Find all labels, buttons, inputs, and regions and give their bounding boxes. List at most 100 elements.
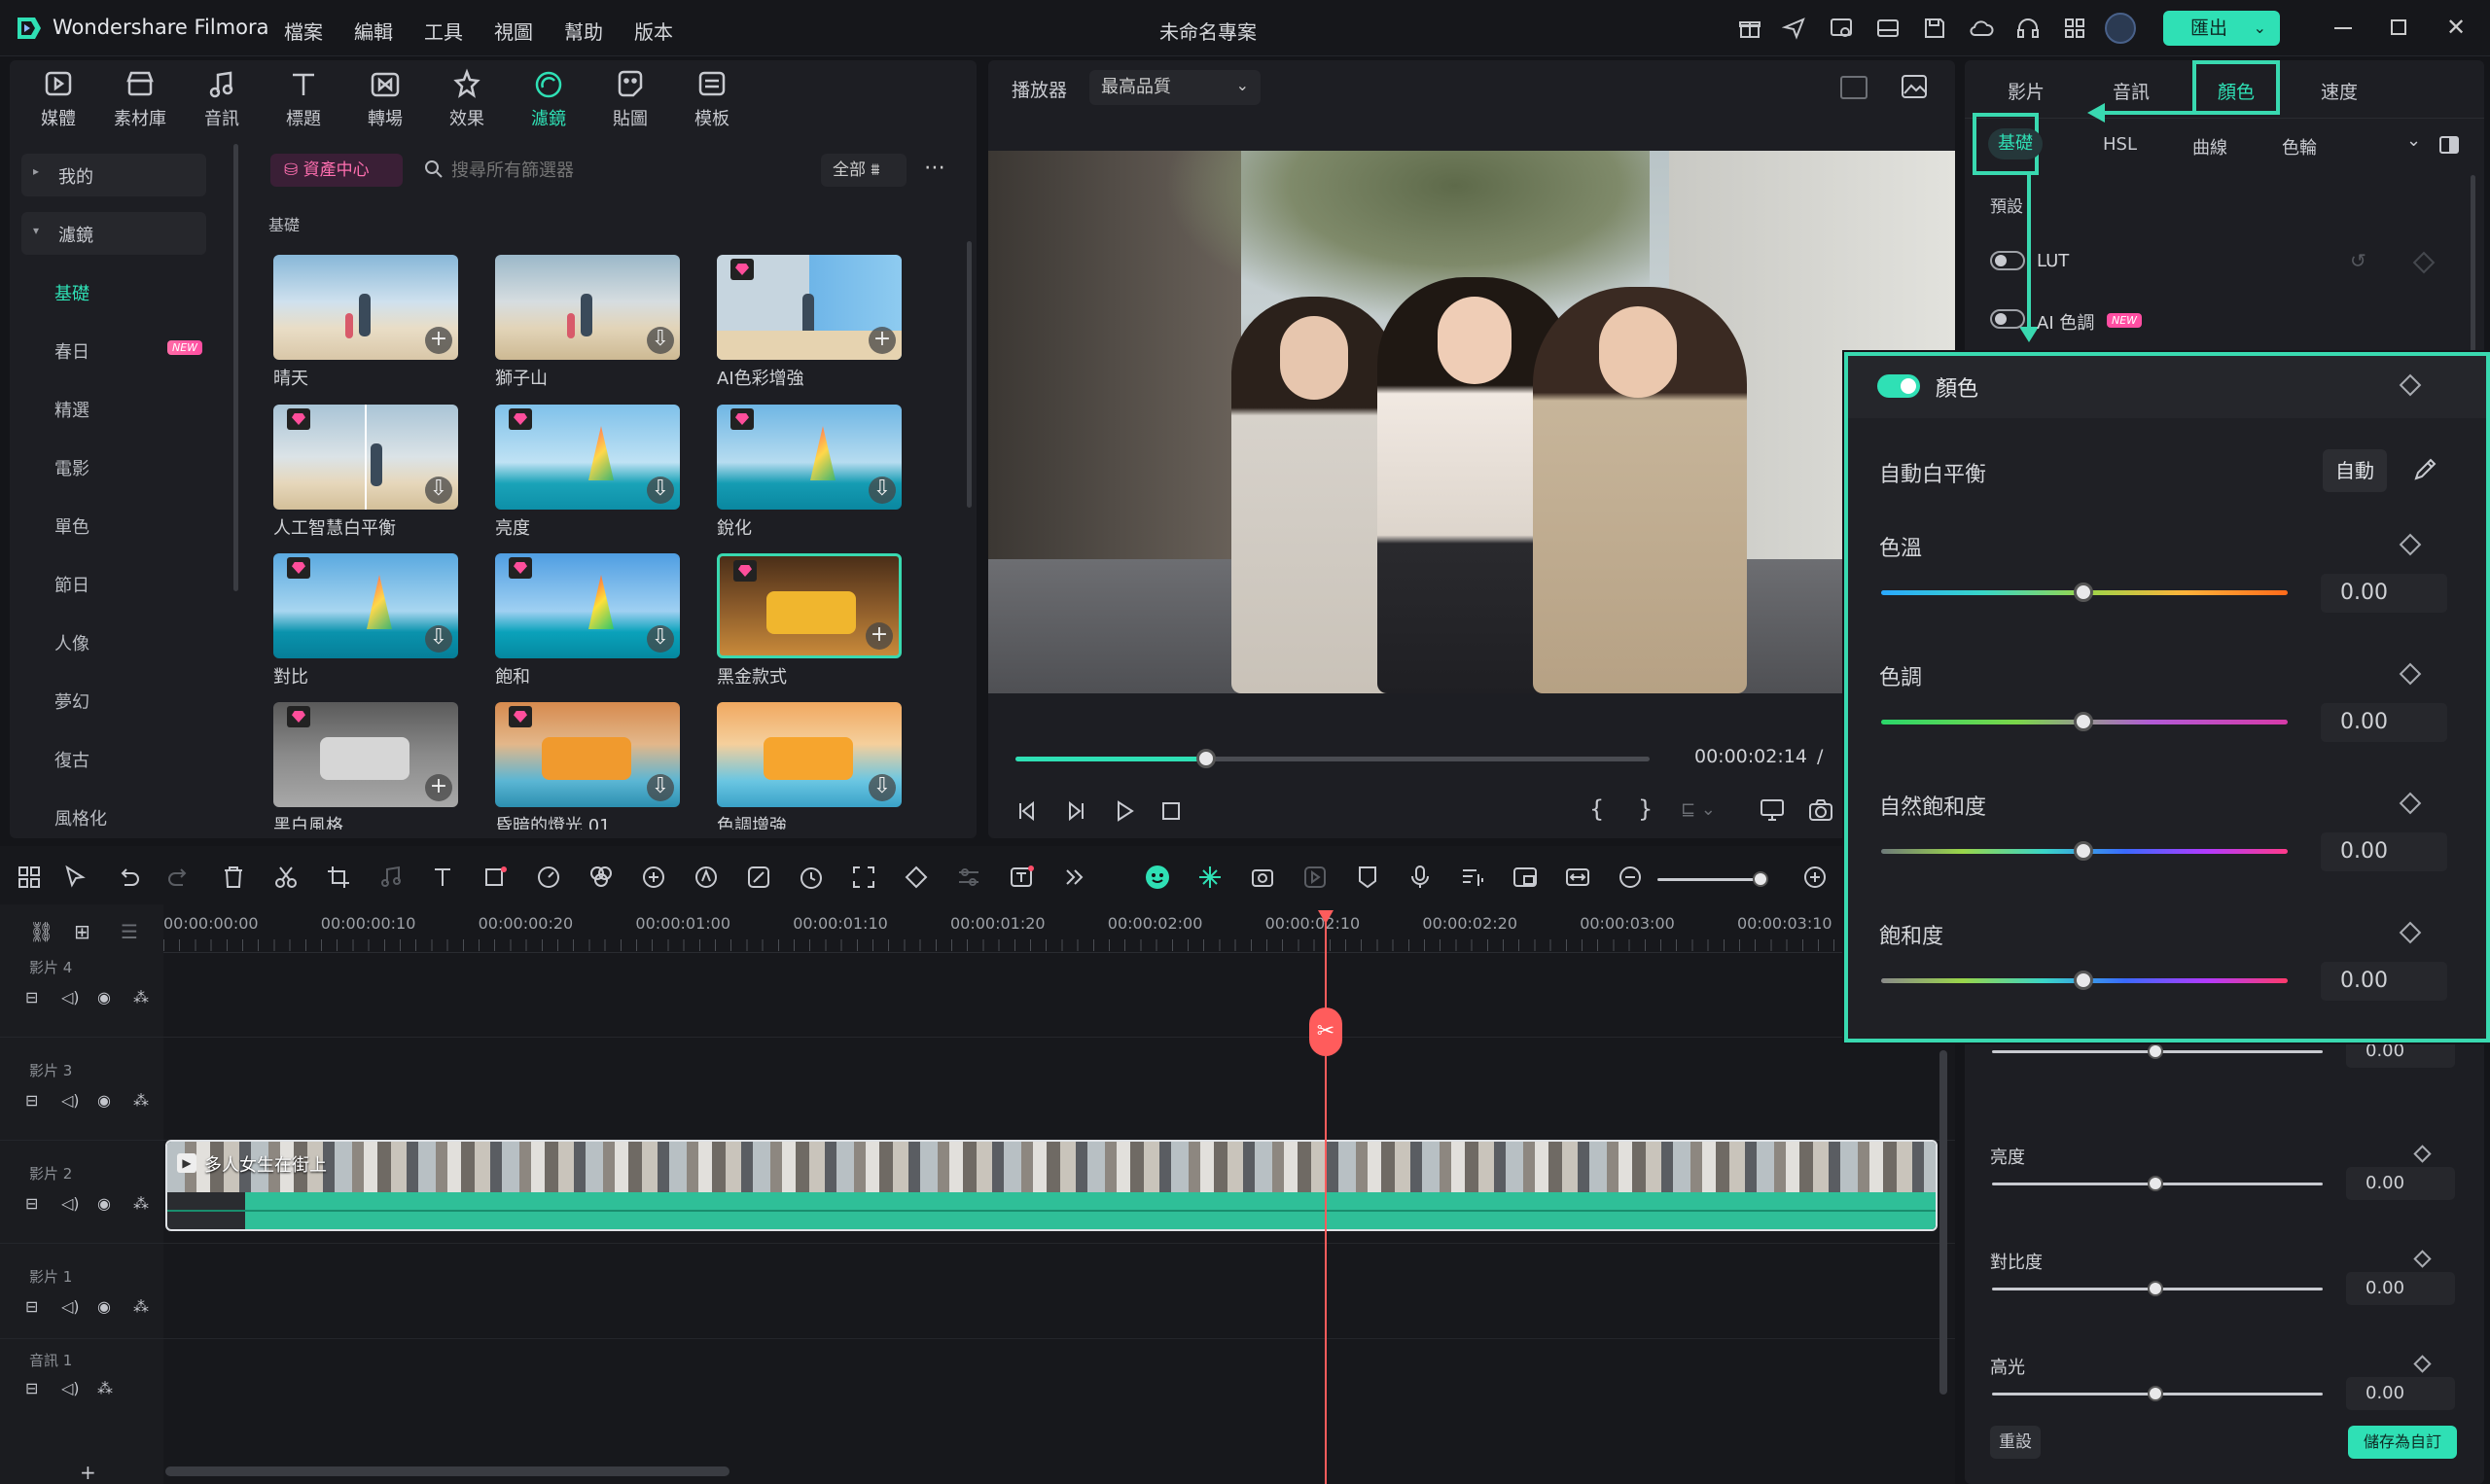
timer-icon[interactable] [798,864,825,891]
sidebar-item-featured[interactable]: 精選 [54,397,89,422]
filter-card-sharpen[interactable]: ⇩ [717,405,902,510]
sidebar-scrollbar[interactable] [233,144,238,591]
media-settings-icon[interactable] [1829,16,1854,41]
video-preview[interactable] [988,151,1955,693]
lock-icon[interactable]: ⊟ [25,1379,45,1398]
add-icon[interactable]: + [425,774,452,801]
headset-icon[interactable] [2015,16,2041,41]
color-slider-value[interactable]: 0.00 [2321,962,2447,1001]
color-slider-knob[interactable] [2074,712,2093,731]
filter-card-lion-rock[interactable]: ⇩ [495,255,680,360]
tab-speed[interactable]: 速度 [2321,78,2358,104]
filter-card-dim-light[interactable]: ⇩ [495,702,680,807]
filter-card-bw[interactable]: + [273,702,458,807]
light-slider-knob[interactable] [2148,1176,2163,1191]
lut-reset-icon[interactable]: ↺ [2350,249,2366,272]
filter-card-contrast[interactable]: ⇩ [273,553,458,658]
color-section-toggle[interactable] [1877,374,1920,398]
delete-icon[interactable] [220,864,247,891]
insert-icon[interactable]: ⊑ ⌄ [1681,799,1720,823]
mark-out-icon[interactable]: } [1638,795,1653,823]
audio-detach-icon[interactable] [377,864,405,891]
menu-tools[interactable]: 工具 [424,17,463,45]
playhead-scissors-icon[interactable]: ✂ [1309,1007,1342,1056]
pip-icon[interactable] [1512,864,1539,891]
subtab-color-wheel[interactable]: 色輪 [2282,134,2317,159]
zoom-out-icon[interactable] [1617,864,1644,891]
light-slider-knob[interactable] [2148,1281,2163,1296]
filter-card-brightness[interactable]: ⇩ [495,405,680,510]
menu-edit[interactable]: 編輯 [354,17,393,45]
lut-toggle[interactable] [1990,251,2025,270]
reset-button[interactable]: 重設 [1990,1426,2041,1459]
lock-icon[interactable]: ⊟ [25,1091,45,1111]
sidebar-item-mono[interactable]: 單色 [54,513,89,539]
speaker-icon[interactable]: ◁) [61,1297,81,1317]
ai-tone-toggle[interactable] [1990,309,2025,329]
camera-icon[interactable] [1807,797,1834,823]
download-icon[interactable]: ⇩ [647,625,674,653]
select-arrow-icon[interactable] [62,864,89,891]
speaker-icon[interactable]: ◁) [61,1194,81,1214]
lock-icon[interactable]: ⊟ [25,1194,45,1214]
next-frame-icon[interactable] [1064,799,1087,823]
eye-icon[interactable]: ◉ [97,988,117,1007]
add-icon[interactable]: + [869,327,896,354]
layout-icon[interactable] [1875,16,1901,41]
tool-titles[interactable]: 標題 [269,66,338,134]
cloud-icon[interactable] [1969,16,1994,41]
light-slider-value[interactable]: 0.00 [2346,1167,2455,1200]
tab-video[interactable]: 影片 [2008,78,2045,104]
lock-icon[interactable]: ⊟ [25,988,45,1007]
tool-audio[interactable]: 音訊 [188,66,256,134]
color-slider-knob[interactable] [2074,583,2093,602]
download-icon[interactable]: ⇩ [647,774,674,801]
eye-icon[interactable]: ◉ [97,1194,117,1214]
display-icon[interactable] [1759,797,1786,823]
close-icon[interactable]: ✕ [2446,14,2466,41]
crop-icon[interactable] [325,864,352,891]
snap-icon[interactable] [1196,864,1224,891]
download-icon[interactable]: ⇩ [869,774,896,801]
tool-stock[interactable]: 素材庫 [106,66,174,134]
eye-icon[interactable]: ◉ [97,1297,117,1317]
eye-icon[interactable]: ◉ [97,1091,117,1111]
magic-icon[interactable]: ⁂ [133,1091,153,1111]
sidebar-my-group[interactable]: ▸ 我的 [21,154,206,196]
speaker-icon[interactable]: ◁) [61,1091,81,1111]
prev-frame-icon[interactable] [1015,799,1039,823]
light-slider-value[interactable]: 0.00 [2346,1272,2455,1305]
speaker-icon[interactable]: ◁) [61,1379,81,1398]
auto-ripple-icon[interactable] [1249,864,1276,891]
keyframe-icon[interactable] [903,864,930,891]
speaker-icon[interactable]: ◁) [61,988,81,1007]
marker-icon[interactable] [1354,864,1381,891]
color-icon[interactable] [587,864,615,891]
tool-effects[interactable]: 效果 [433,66,501,134]
filter-card-ai-wb[interactable]: ⇩ [273,405,458,510]
play-icon[interactable] [1113,799,1136,823]
color-slider-knob[interactable] [2074,841,2093,861]
sidebar-item-movie[interactable]: 電影 [54,455,89,480]
text-icon[interactable] [430,864,457,891]
color-slider-value[interactable]: 0.00 [2321,574,2447,613]
sidebar-item-basic[interactable]: 基礎 [54,280,89,305]
add-icon[interactable]: + [866,622,893,650]
speed-icon[interactable] [535,864,562,891]
playhead-line[interactable] [1325,918,1327,1484]
magic-icon[interactable]: ⁂ [97,1379,117,1398]
subtab-basic[interactable]: 基礎 [1988,128,2043,159]
zoom-slider-track[interactable] [1657,878,1764,881]
subtab-hsl[interactable]: HSL [2103,134,2137,155]
save-icon[interactable] [1922,16,1947,41]
filter-card-saturation[interactable]: ⇩ [495,553,680,658]
asset-center-button[interactable]: ⛁ 資產中心 [270,154,403,187]
magic-icon[interactable]: ⁂ [133,1194,153,1214]
split-scissors-icon[interactable] [272,864,300,891]
ai-effect-icon[interactable] [640,864,667,891]
color-slider-value[interactable]: 0.00 [2321,832,2447,871]
light-slider-knob[interactable] [2148,1386,2163,1401]
sidebar-item-retro[interactable]: 復古 [54,747,89,772]
track-manage-icon[interactable]: ☰ [121,920,138,943]
restore-button[interactable] [2391,19,2406,35]
